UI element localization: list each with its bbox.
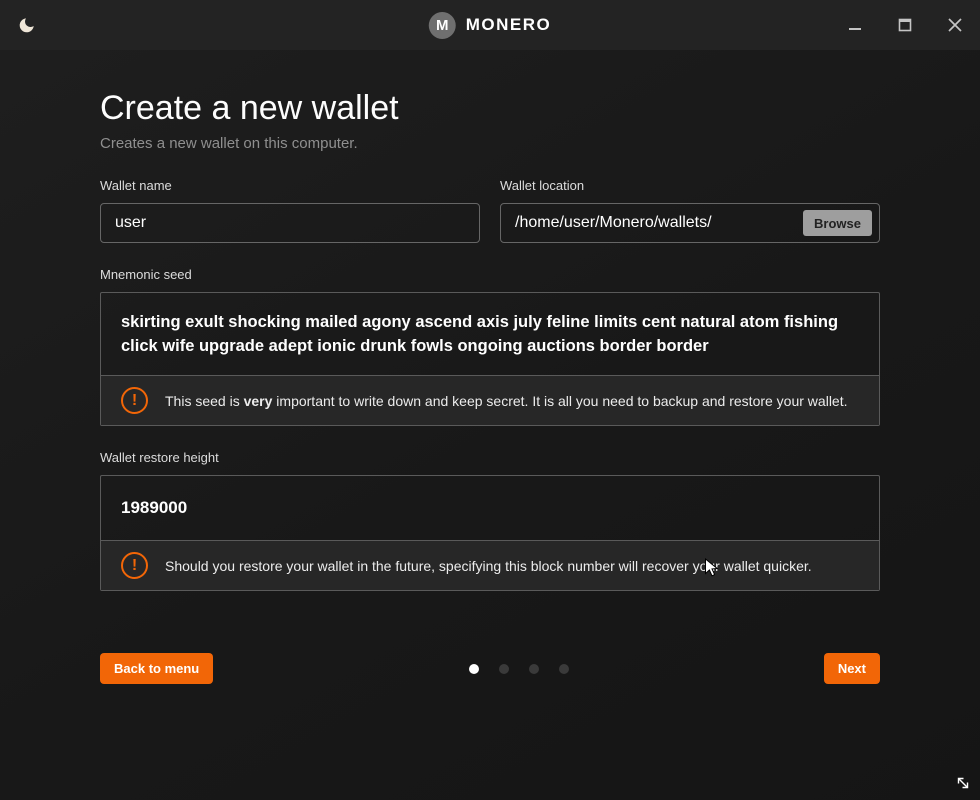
warning-icon: ! [121, 552, 148, 579]
resize-handle-icon[interactable] [955, 775, 971, 791]
wallet-location-label: Wallet location [500, 178, 880, 193]
seed-warning: ! This seed is very important to write d… [101, 375, 879, 425]
window-controls [844, 0, 966, 50]
pagination-dot[interactable] [529, 664, 539, 674]
app-brand: M MONERO [429, 0, 552, 50]
moon-icon[interactable] [16, 14, 38, 36]
restore-height-input[interactable]: 1989000 [101, 476, 879, 540]
restore-warning-text: Should you restore your wallet in the fu… [165, 556, 812, 576]
seed-warning-text: This seed is very important to write dow… [165, 391, 848, 411]
pagination [213, 664, 824, 674]
mnemonic-seed-box: skirting exult shocking mailed agony asc… [100, 292, 880, 426]
page-title: Create a new wallet [100, 88, 880, 128]
mnemonic-seed-label: Mnemonic seed [100, 267, 880, 282]
pagination-dot[interactable] [469, 664, 479, 674]
warning-icon: ! [121, 387, 148, 414]
titlebar: M MONERO [0, 0, 980, 50]
main-content: Create a new wallet Creates a new wallet… [0, 50, 980, 800]
monero-logo-icon: M [429, 12, 456, 39]
mnemonic-seed-text[interactable]: skirting exult shocking mailed agony asc… [101, 293, 879, 375]
restore-height-box: 1989000 ! Should you restore your wallet… [100, 475, 880, 591]
footer: Back to menu Next [100, 653, 880, 684]
pagination-dot[interactable] [499, 664, 509, 674]
wallet-name-label: Wallet name [100, 178, 480, 193]
page-subtitle: Creates a new wallet on this computer. [100, 135, 880, 152]
pagination-dot[interactable] [559, 664, 569, 674]
close-icon[interactable] [944, 14, 966, 36]
maximize-icon[interactable] [894, 14, 916, 36]
back-to-menu-button[interactable]: Back to menu [100, 653, 213, 684]
app-title: MONERO [466, 15, 552, 35]
minimize-icon[interactable] [844, 14, 866, 36]
next-button[interactable]: Next [824, 653, 880, 684]
restore-warning: ! Should you restore your wallet in the … [101, 540, 879, 590]
browse-button[interactable]: Browse [803, 210, 872, 236]
restore-height-label: Wallet restore height [100, 450, 880, 465]
wallet-name-input[interactable] [100, 203, 480, 243]
